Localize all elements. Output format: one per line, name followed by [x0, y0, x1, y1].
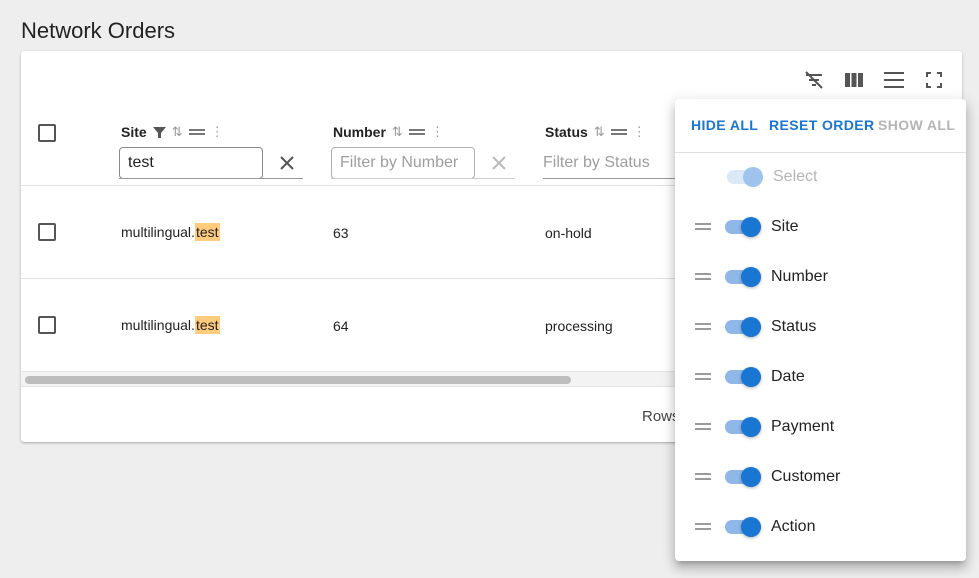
search-highlight: test: [194, 223, 220, 241]
clear-filter-icon[interactable]: [276, 152, 298, 174]
column-title: Status: [545, 124, 588, 140]
menu-item-select: Select: [675, 162, 966, 192]
clear-filter-icon[interactable]: [488, 152, 510, 174]
column-toggle[interactable]: [725, 216, 763, 238]
column-header-site[interactable]: Site ⇅ ⋮: [121, 124, 224, 140]
menu-item-label: Number: [771, 268, 828, 285]
drag-handle-icon[interactable]: [695, 423, 711, 431]
sort-icon[interactable]: ⇅: [594, 124, 605, 140]
site-filter-input[interactable]: test: [119, 147, 263, 179]
column-toggle[interactable]: [725, 516, 763, 538]
select-all-checkbox[interactable]: [38, 124, 56, 142]
menu-divider: [675, 152, 966, 153]
filter-underline: [543, 178, 683, 179]
show-all-button[interactable]: SHOW ALL: [878, 117, 955, 133]
menu-item-label: Date: [771, 368, 805, 385]
drag-handle-icon[interactable]: [695, 523, 711, 531]
column-header-status[interactable]: Status ⇅ ⋮: [545, 124, 646, 140]
drag-column-icon[interactable]: [408, 128, 425, 136]
site-text: multilingual.: [121, 317, 195, 333]
site-text: multilingual.: [121, 224, 195, 240]
menu-item-label: Select: [773, 168, 818, 185]
drag-column-icon[interactable]: [188, 128, 205, 136]
sort-icon[interactable]: ⇅: [392, 124, 403, 140]
menu-item-payment[interactable]: Payment: [675, 412, 966, 442]
view-column-icon[interactable]: [841, 67, 867, 93]
drag-handle-icon[interactable]: [695, 323, 711, 331]
search-highlight: test: [194, 316, 220, 334]
menu-item-label: Customer: [771, 468, 841, 485]
drag-handle-icon[interactable]: [695, 373, 711, 381]
menu-item-label: Action: [771, 518, 816, 535]
menu-item-customer[interactable]: Customer: [675, 462, 966, 492]
menu-item-label: Payment: [771, 418, 835, 435]
number-filter-input[interactable]: Filter by Number: [331, 147, 475, 179]
column-toggle[interactable]: [725, 316, 763, 338]
column-header-number[interactable]: Number ⇅ ⋮: [333, 124, 444, 140]
menu-item-status[interactable]: Status: [675, 312, 966, 342]
scrollbar-thumb[interactable]: [25, 376, 571, 384]
filter-underline: [331, 178, 515, 179]
column-toggle[interactable]: [725, 466, 763, 488]
number-cell: 63: [333, 225, 349, 241]
column-visibility-menu: HIDE ALL RESET ORDER SHOW ALL Select Sit…: [675, 99, 966, 561]
reset-order-button[interactable]: RESET ORDER: [769, 117, 875, 133]
column-menu-icon[interactable]: ⋮: [431, 124, 444, 140]
column-title: Number: [333, 124, 386, 140]
drag-handle-icon[interactable]: [695, 223, 711, 231]
filter-off-icon[interactable]: [801, 67, 827, 93]
density-icon[interactable]: [881, 67, 907, 93]
number-cell: 64: [333, 318, 349, 334]
drag-column-icon[interactable]: [610, 128, 627, 136]
rows-per-page-label: Rows: [642, 408, 680, 425]
menu-item-site[interactable]: Site: [675, 212, 966, 242]
status-filter-input[interactable]: Filter by Status: [535, 147, 679, 179]
site-cell: multilingual.test: [121, 223, 220, 241]
row-checkbox[interactable]: [38, 316, 56, 334]
hide-all-button[interactable]: HIDE ALL: [691, 117, 758, 133]
filter-icon[interactable]: [152, 126, 166, 139]
column-title: Site: [121, 124, 147, 140]
menu-item-date[interactable]: Date: [675, 362, 966, 392]
column-menu-icon[interactable]: ⋮: [211, 124, 224, 140]
column-toggle[interactable]: [725, 266, 763, 288]
column-toggle: [727, 166, 765, 188]
menu-item-label: Status: [771, 318, 817, 335]
column-toggle[interactable]: [725, 366, 763, 388]
column-menu-icon[interactable]: ⋮: [633, 124, 646, 140]
status-cell: on-hold: [545, 225, 592, 241]
status-cell: processing: [545, 318, 613, 334]
page-title: Network Orders: [21, 18, 176, 43]
site-cell: multilingual.test: [121, 316, 220, 334]
drag-handle-icon[interactable]: [695, 473, 711, 481]
fullscreen-icon[interactable]: [921, 67, 947, 93]
column-toggle[interactable]: [725, 416, 763, 438]
drag-handle-icon[interactable]: [695, 273, 711, 281]
menu-item-label: Site: [771, 218, 799, 235]
sort-icon[interactable]: ⇅: [172, 124, 183, 140]
menu-item-action[interactable]: Action: [675, 512, 966, 542]
menu-item-number[interactable]: Number: [675, 262, 966, 292]
row-checkbox[interactable]: [38, 223, 56, 241]
filter-underline: [119, 178, 303, 179]
